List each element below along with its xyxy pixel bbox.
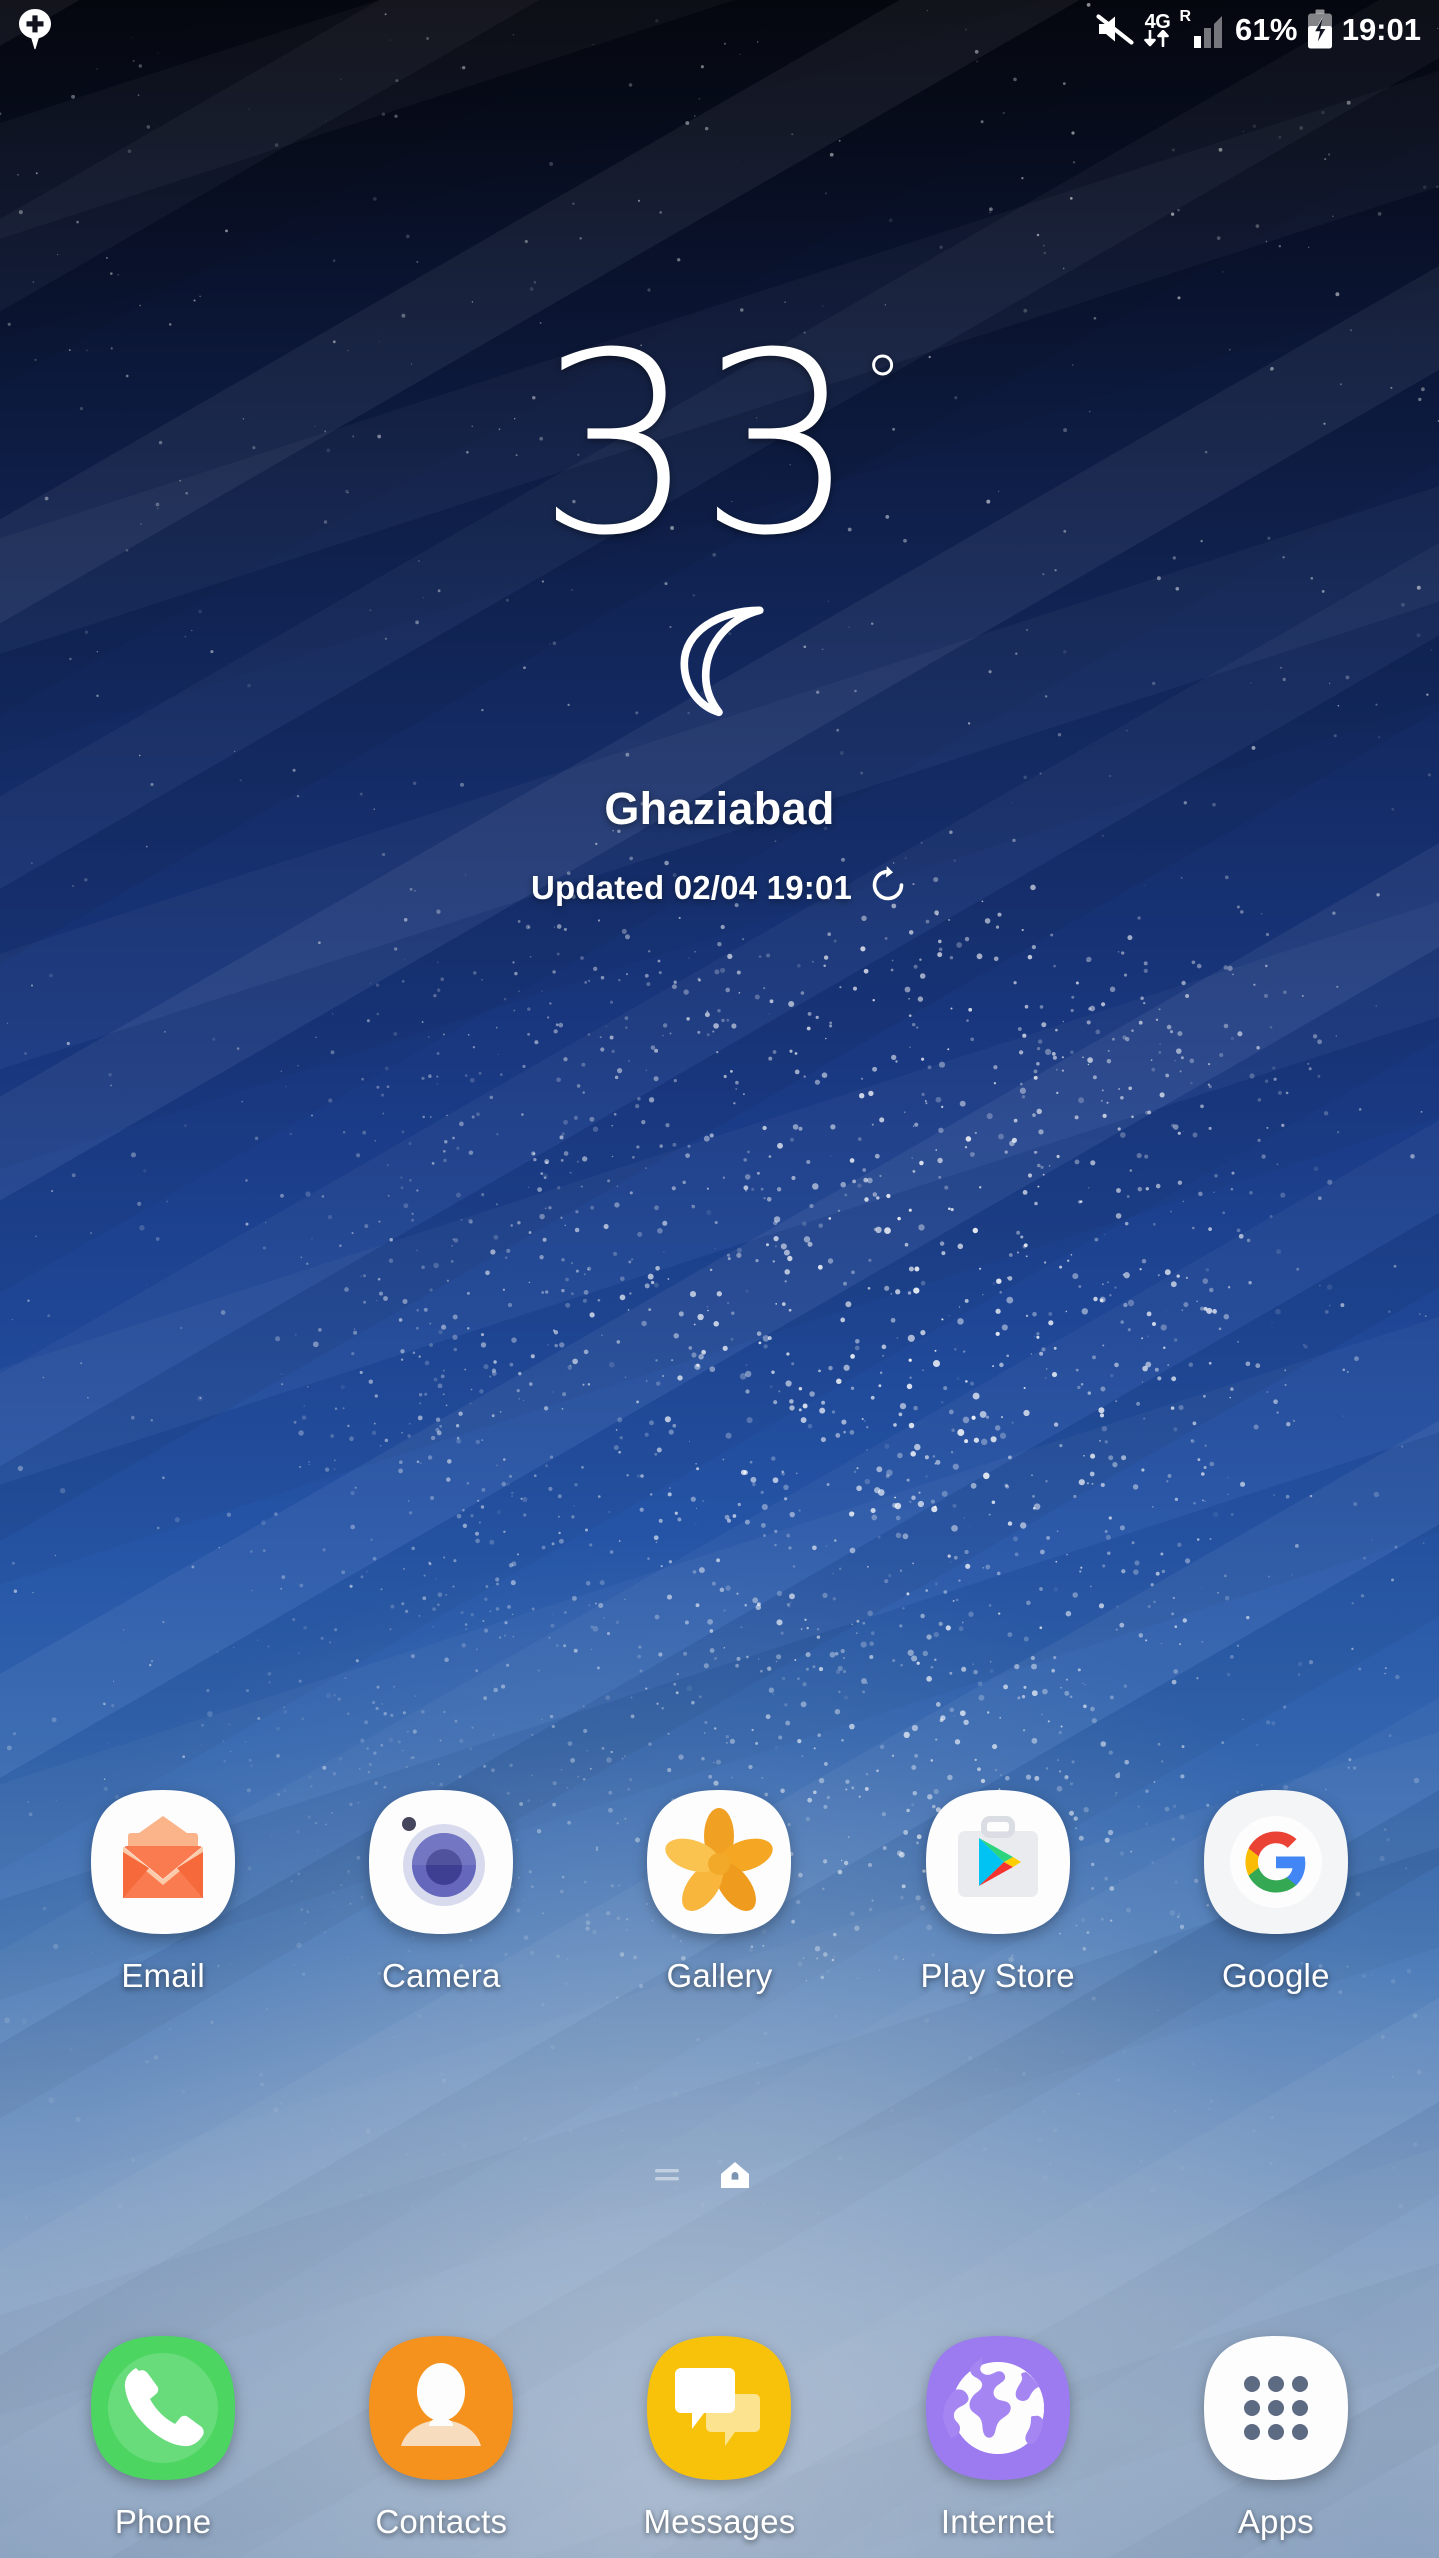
phone-icon [87,2332,239,2484]
google-icon [1200,1786,1352,1938]
data-transfer-arrows-icon [1144,29,1170,47]
network-type-label: 4G [1144,10,1171,33]
refresh-icon[interactable] [868,865,908,910]
home-page-icon[interactable] [718,2158,752,2197]
degree-symbol: ° [863,340,903,430]
app-label: Internet [940,2503,1055,2540]
4g-data-icon: 4G [1144,10,1171,47]
battery-percent-label: 61% [1235,11,1298,47]
app-play-store[interactable]: Play Store [890,1786,1105,1995]
app-label: Apps [1237,2503,1314,2540]
app-label: Play Store [920,1957,1075,1994]
app-label: Google [1222,1957,1330,1994]
app-email[interactable]: Email [56,1786,271,1995]
app-internet[interactable]: Internet [890,2332,1105,2541]
app-label: Email [121,1957,205,1994]
status-bar-notifications[interactable] [16,7,54,51]
sound-mute-icon [1095,9,1135,49]
page-indicator[interactable] [0,2158,1439,2197]
roaming-label: R [1179,8,1192,25]
weather-temperature-row: 33 ° [536,299,903,590]
weather-updated-text: Updated 02/04 19:01 [530,868,853,906]
app-apps-drawer[interactable]: Apps [1168,2332,1383,2541]
notification-add-bubble-icon [16,7,54,51]
contacts-icon [365,2332,517,2484]
dock-app-row: Phone Contacts Messages Internet Apps [0,2332,1439,2541]
app-google[interactable]: Google [1168,1786,1383,1995]
home-app-row: Email Camera Gallery Play Store Google [0,1786,1439,1995]
app-label: Gallery [666,1957,773,1994]
app-camera[interactable]: Camera [334,1786,549,1995]
apps-grid-icon [1200,2332,1352,2484]
internet-globe-icon [922,2332,1074,2484]
email-icon [87,1786,239,1938]
battery-charging-icon [1307,9,1333,49]
app-gallery[interactable]: Gallery [612,1786,827,1995]
camera-icon [365,1786,517,1938]
home-screen: 4G R 61% 19:01 33 ° Ghaziabad Updated 02… [0,0,1439,2558]
app-label: Contacts [375,2503,508,2540]
weather-widget[interactable]: 33 ° Ghaziabad Updated 02/04 19:01 [0,299,1439,910]
app-label: Phone [114,2503,212,2540]
app-phone[interactable]: Phone [56,2332,271,2541]
app-label: Messages [643,2503,796,2540]
messages-icon [643,2332,795,2484]
weather-city: Ghaziabad [604,783,835,834]
weather-updated-row[interactable]: Updated 02/04 19:01 [531,865,908,910]
app-label: Camera [381,1957,501,1994]
roaming-signal-icon: R [1179,8,1226,50]
weather-temperature: 33 [536,299,860,590]
crescent-moon-clear-night-icon [656,592,784,725]
app-contacts[interactable]: Contacts [334,2332,549,2541]
status-bar-clock: 19:01 [1341,11,1421,47]
play-store-icon [922,1786,1074,1938]
status-bar-system-icons[interactable]: 4G R 61% 19:01 [1095,8,1421,50]
status-bar[interactable]: 4G R 61% 19:01 [0,0,1439,58]
gallery-icon [643,1786,795,1938]
bixby-page-icon[interactable] [652,2160,682,2195]
app-messages[interactable]: Messages [612,2332,827,2541]
